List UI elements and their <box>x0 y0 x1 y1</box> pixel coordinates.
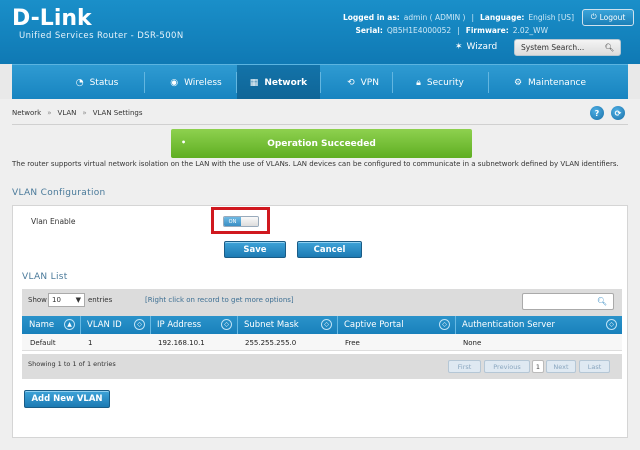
col-subnet-mask[interactable]: Subnet Mask ◇ <box>237 316 337 334</box>
wizard-label: Wizard <box>466 42 498 52</box>
sort-icon[interactable]: ◇ <box>606 319 617 330</box>
session-info: Logged in as: admin ( ADMIN ) | Language… <box>343 8 634 26</box>
sort-icon[interactable]: ◇ <box>134 319 145 330</box>
wand-icon: ✶ <box>455 42 463 52</box>
table-row[interactable]: Default 1 192.168.10.1 255.255.255.0 Fre… <box>22 334 622 351</box>
logged-in-label: Logged in as: <box>343 12 400 22</box>
pagination-current[interactable]: 1 <box>532 360 544 373</box>
page-size-select[interactable]: 10 ▼ <box>48 293 85 307</box>
success-dot-icon: • <box>181 138 187 147</box>
nav-vpn-label: VPN <box>360 77 379 88</box>
nav-status[interactable]: ◔ Status <box>52 65 142 100</box>
pagination-last[interactable]: Last <box>579 360 610 373</box>
serial-label: Serial: <box>355 26 383 35</box>
nav-maintenance-label: Maintenance <box>528 77 587 88</box>
language-selector[interactable]: English [US] <box>528 13 574 22</box>
col-authentication-server[interactable]: Authentication Server ◇ <box>455 316 622 334</box>
device-info: Serial: QB5H1E4000052 | Firmware: 2.02_W… <box>355 26 548 35</box>
pagination-previous[interactable]: Previous <box>484 360 530 373</box>
success-text: Operation Succeeded <box>267 138 376 149</box>
showing-entries: Showing 1 to 1 of 1 entries <box>28 360 116 368</box>
logged-in-user: admin ( ADMIN ) <box>403 12 466 22</box>
refresh-icon[interactable]: ⟳ <box>611 106 625 120</box>
nav-network[interactable]: ▦ Network <box>237 65 320 100</box>
firmware-value: 2.02_WW <box>512 26 548 35</box>
cell-ip-address: 192.168.10.1 <box>158 338 205 347</box>
language-label: Language: <box>480 12 525 22</box>
right-click-hint: [Right click on record to get more optio… <box>145 296 294 304</box>
cell-authentication-server: None <box>463 338 482 347</box>
sort-icon[interactable]: ◇ <box>221 319 232 330</box>
toggle-knob <box>241 217 258 226</box>
vpn-icon: ⟲ <box>347 77 355 88</box>
logout-button[interactable]: ⏻ Logout <box>582 8 634 26</box>
lock-icon: 🔒︎ <box>416 77 421 88</box>
page-size-value: 10 <box>52 296 61 304</box>
cell-subnet-mask: 255.255.255.0 <box>245 338 297 347</box>
cell-vlan-id: 1 <box>88 338 93 347</box>
col-ip-address[interactable]: IP Address ◇ <box>150 316 237 334</box>
cell-name: Default <box>30 338 56 347</box>
show-label: Show <box>28 296 47 304</box>
pagination-next[interactable]: Next <box>546 360 576 373</box>
sort-icon[interactable]: ◇ <box>321 319 332 330</box>
dropdown-arrow-icon: ▼ <box>75 296 81 304</box>
system-search-input[interactable]: System Search... 🔍︎ <box>514 39 621 56</box>
top-header: D-Link Unified Services Router - DSR-500… <box>0 0 640 64</box>
page-description: The router supports virtual network isol… <box>12 160 619 168</box>
serial-value: QB5H1E4000052 <box>386 26 452 35</box>
table-search-input[interactable]: 🔍︎ <box>522 293 614 310</box>
vlan-list-title: VLAN List <box>22 272 68 282</box>
sort-asc-icon[interactable]: ▲ <box>64 319 75 330</box>
wifi-icon: ◉ <box>170 77 179 88</box>
cancel-button[interactable]: Cancel <box>297 241 362 258</box>
network-icon: ▦ <box>249 77 259 88</box>
pagination-first[interactable]: First <box>448 360 481 373</box>
nav-wireless[interactable]: ◉ Wireless <box>146 65 246 100</box>
add-new-vlan-button[interactable]: Add New VLAN <box>24 390 110 408</box>
col-captive-portal[interactable]: Captive Portal ◇ <box>337 316 455 334</box>
entries-label: entries <box>88 296 113 304</box>
search-icon[interactable]: 🔍︎ <box>597 297 607 306</box>
nav-security[interactable]: 🔒︎ Security <box>394 65 486 100</box>
gauge-icon: ◔ <box>75 77 84 88</box>
breadcrumb-network[interactable]: Network <box>12 109 41 117</box>
nav-security-label: Security <box>426 77 464 88</box>
cell-captive-portal: Free <box>345 338 360 347</box>
main-nav: ◔ Status ◉ Wireless ▦ Network ⟲ VPN 🔒︎ S… <box>12 64 628 100</box>
system-search-placeholder: System Search... <box>521 43 585 52</box>
brand-logo: D-Link <box>12 6 92 31</box>
nav-wireless-label: Wireless <box>184 77 222 88</box>
breadcrumb-vlan-settings: VLAN Settings <box>92 109 143 117</box>
toggle-on-text: ON <box>224 217 241 226</box>
vlan-enable-label: Vlan Enable <box>31 217 76 226</box>
help-icon[interactable]: ? <box>590 106 604 120</box>
success-message: • Operation Succeeded <box>171 129 472 158</box>
product-subtitle: Unified Services Router - DSR-500N <box>19 31 184 41</box>
gears-icon: ⚙ <box>513 77 523 88</box>
table-header: Name ▲ VLAN ID ◇ IP Address ◇ Subnet Mas… <box>22 316 622 334</box>
breadcrumb: Network » VLAN » VLAN Settings <box>12 109 143 117</box>
nav-status-label: Status <box>89 77 119 88</box>
logout-label: Logout <box>599 12 626 22</box>
search-icon[interactable]: 🔍︎ <box>604 43 614 52</box>
wizard-link[interactable]: ✶ Wizard <box>455 42 497 52</box>
col-vlan-id[interactable]: VLAN ID ◇ <box>80 316 150 334</box>
vlan-config-title: VLAN Configuration <box>12 188 106 198</box>
save-button[interactable]: Save <box>224 241 286 258</box>
firmware-label: Firmware: <box>465 26 509 35</box>
nav-network-label: Network <box>264 77 308 88</box>
vlan-enable-toggle[interactable]: ON <box>223 216 259 227</box>
highlight-box: ON <box>211 207 270 234</box>
breadcrumb-vlan[interactable]: VLAN <box>58 109 77 117</box>
sort-icon[interactable]: ◇ <box>439 319 450 330</box>
power-icon: ⏻ <box>590 12 597 21</box>
col-name[interactable]: Name ▲ <box>22 316 80 334</box>
nav-maintenance[interactable]: ⚙ Maintenance <box>490 65 610 100</box>
